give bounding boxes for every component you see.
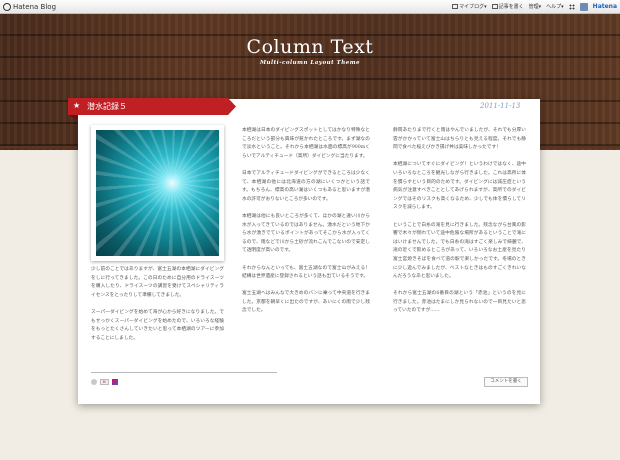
hatena-link[interactable]: Hatena bbox=[593, 3, 617, 10]
manage-menu[interactable]: 管理▾ bbox=[529, 3, 542, 10]
entry-divider bbox=[91, 372, 277, 373]
hatena-bookmark-icon[interactable]: B! bbox=[100, 379, 109, 385]
star-icon[interactable]: ★ bbox=[73, 101, 80, 110]
entry-title[interactable]: 潜水記録５ bbox=[87, 101, 127, 112]
share-icon[interactable] bbox=[91, 379, 97, 385]
ribbon-fold bbox=[68, 115, 78, 120]
paragraph: それからなんといっても、富士五湖なので富士山がみえる！ 結構は世界遺産に登録され… bbox=[242, 265, 375, 280]
write-label: 記事を書く bbox=[498, 4, 524, 10]
brand-text: Hatena Blog bbox=[13, 2, 57, 11]
pencil-icon bbox=[491, 4, 498, 9]
paragraph: 静岡あたりまで行くと雨はやんでいましたが、それでも分厚い雲がかかっていて富士山は… bbox=[393, 128, 526, 151]
write-entry-link[interactable]: 記事を書く bbox=[491, 3, 524, 10]
top-toolbar: Hatena Blog マイブログ▾ 記事を書く 管理▾ ヘルプ▾ Hatena bbox=[0, 0, 620, 14]
user-avatar[interactable] bbox=[579, 2, 588, 11]
paragraph: 日本でアルティチュードダイビングができるところは少なくて、本栖湖の他には北海道の… bbox=[242, 170, 370, 202]
paragraph: 本栖湖は日本のダイビングスポットとしてはかなり特殊なところだという部分も興味が惹… bbox=[242, 128, 370, 159]
write-comment-button[interactable]: コメントを書く bbox=[484, 377, 528, 387]
my-blog-link[interactable]: マイブログ▾ bbox=[452, 3, 487, 10]
entry-column-1: 少し前のことではありますが、富士五湖の本栖湖にダイビングをしに行ってきました。こ… bbox=[91, 266, 224, 352]
hatena-logo-icon bbox=[3, 2, 11, 11]
top-nav: マイブログ▾ 記事を書く 管理▾ ヘルプ▾ Hatena bbox=[452, 0, 617, 13]
entry-column-2: 本栖湖は日本のダイビングスポットとしてはかなり特殊なところだという部分も興味が惹… bbox=[242, 127, 375, 325]
help-label: ヘルプ bbox=[546, 4, 562, 10]
blog-title[interactable]: Column Text bbox=[0, 36, 620, 58]
paragraph: 本栖湖は他にも良いところが多くて、ほかの湖と違い川から水が入ってきているのではあ… bbox=[242, 213, 370, 254]
share-buttons: B! bbox=[91, 377, 118, 387]
social-share-icon[interactable] bbox=[112, 379, 118, 385]
paragraph: スーパーダイビングを始めて海が心から好きになりました。でもせっかくスーパーダイビ… bbox=[91, 309, 224, 341]
my-blog-label: マイブログ bbox=[459, 4, 485, 10]
entry-date[interactable]: 2011-11-13 bbox=[480, 102, 520, 110]
entry-photo bbox=[91, 125, 224, 261]
blog-subtitle: Multi-column Layout Theme bbox=[259, 60, 361, 66]
entry-column-3: 静岡あたりまで行くと雨はやんでいましたが、それでも分厚い雲がかかっていて富士山は… bbox=[393, 127, 526, 325]
light-rays bbox=[96, 130, 219, 256]
paragraph: ということで白糸の滝を見に行きました。残念ながら台風の影響で木々が倒れていて途中… bbox=[393, 222, 526, 280]
blog-icon bbox=[452, 4, 459, 9]
paragraph: 本栖湖についてすぐにダイビング！というわけではなく、途中いろいろなところを観光し… bbox=[393, 162, 526, 211]
paragraph: 少し前のことではありますが、富士五湖の本栖湖にダイビングをしに行ってきました。こ… bbox=[91, 267, 224, 298]
hatena-blog-brand[interactable]: Hatena Blog bbox=[3, 1, 56, 12]
help-menu[interactable]: ヘルプ▾ bbox=[546, 3, 564, 10]
apps-grid-icon[interactable] bbox=[568, 3, 575, 10]
paragraph: 富士五湖へはみんなで大きめのバンに乗って中央道を行きました。京都を朝早くに出たの… bbox=[242, 291, 370, 314]
manage-label: 管理 bbox=[528, 4, 539, 10]
paragraph: それから富士五湖の6番目の湖という「赤池」というのを見に行きました。赤池はたまに… bbox=[393, 291, 526, 314]
